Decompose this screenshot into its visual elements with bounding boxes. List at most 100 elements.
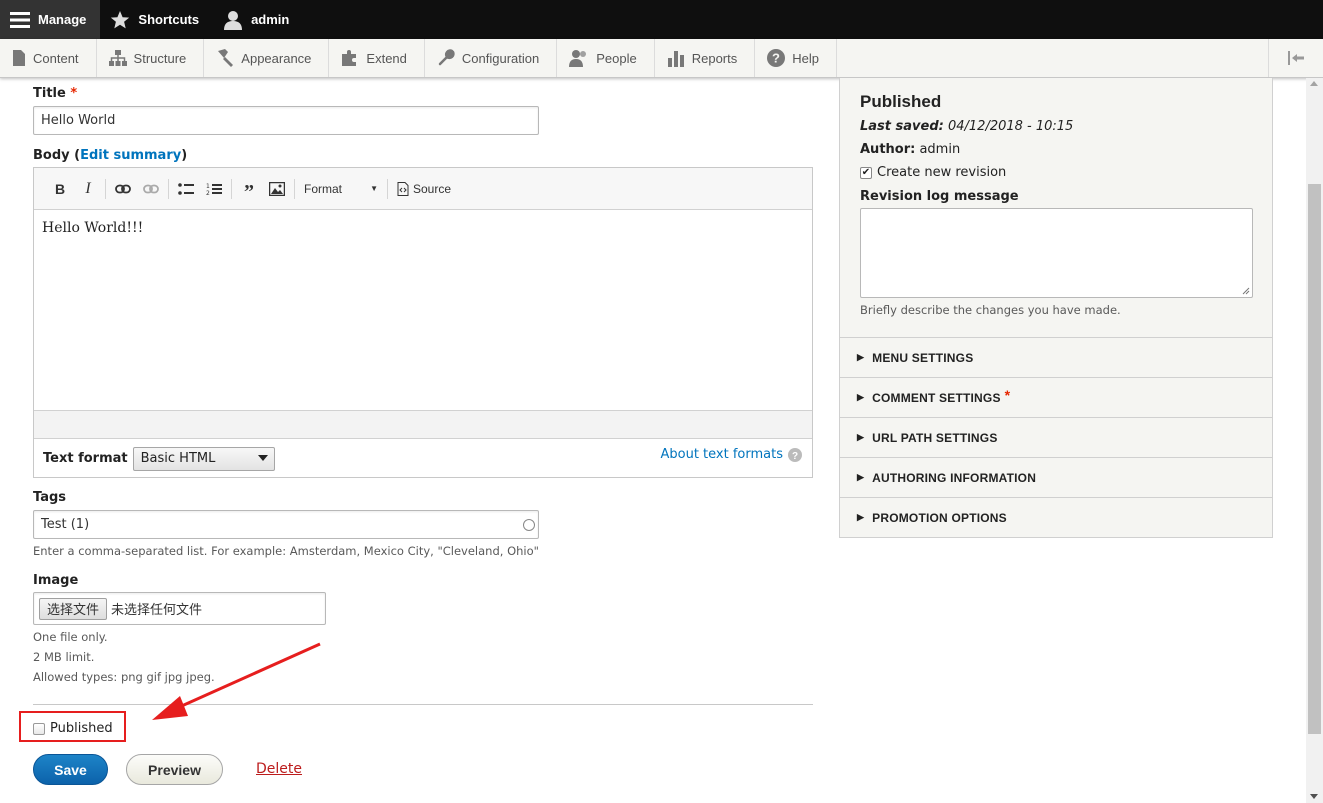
- details-promotion-options[interactable]: ▶ PROMOTION OPTIONS: [840, 497, 1272, 537]
- node-sidebar: Published Last saved: 04/12/2018 - 10:15…: [839, 78, 1273, 538]
- shortcuts-tab[interactable]: Shortcuts: [100, 0, 213, 39]
- required-marker: *: [70, 86, 78, 101]
- tray-item-configuration[interactable]: Configuration: [425, 39, 558, 77]
- details-url-path-settings[interactable]: ▶ URL PATH SETTINGS: [840, 417, 1272, 457]
- bulleted-list-button[interactable]: [172, 177, 200, 201]
- tray-item-structure[interactable]: Structure: [97, 39, 205, 77]
- svg-text:?: ?: [772, 51, 780, 66]
- revision-log-label: Revision log message: [860, 189, 1019, 204]
- body-text: Hello World!!!: [42, 220, 144, 236]
- revision-log-textarea[interactable]: [860, 208, 1253, 298]
- tags-description: Enter a comma-separated list. For exampl…: [33, 544, 539, 558]
- required-marker: *: [1004, 386, 1011, 403]
- tray-collapse-button[interactable]: [1268, 39, 1323, 77]
- about-text-formats: About text formats ?: [660, 447, 802, 462]
- toolbar-separator: [105, 178, 106, 199]
- details-menu-settings[interactable]: ▶ MENU SETTINGS: [840, 337, 1272, 377]
- svg-text:2: 2: [206, 190, 210, 196]
- tray-item-extend[interactable]: Extend: [329, 39, 425, 77]
- tray-item-help[interactable]: ? Help: [755, 39, 837, 77]
- hamburger-icon: [10, 11, 30, 28]
- details-authoring-information[interactable]: ▶ AUTHORING INFORMATION: [840, 457, 1272, 497]
- editor-content[interactable]: Hello World!!!: [34, 210, 812, 410]
- unlink-button[interactable]: [137, 177, 165, 201]
- image-button[interactable]: [263, 177, 291, 201]
- paintbrush-icon: [218, 49, 234, 67]
- link-button[interactable]: [109, 177, 137, 201]
- save-button[interactable]: Save: [33, 754, 108, 785]
- bold-button[interactable]: B: [46, 177, 74, 201]
- numbered-list-button[interactable]: 12: [200, 177, 228, 201]
- text-format-select[interactable]: Basic HTML: [132, 446, 275, 471]
- expand-triangle-icon: ▶: [857, 352, 865, 362]
- details-comment-settings[interactable]: ▶ COMMENT SETTINGS *: [840, 377, 1272, 417]
- admin-toolbar: Manage Shortcuts admin: [0, 0, 1323, 39]
- choose-file-button[interactable]: 选择文件: [39, 597, 108, 620]
- source-label: Source: [413, 181, 452, 196]
- format-label: Format: [304, 181, 343, 196]
- create-revision-label: Create new revision: [877, 165, 1007, 180]
- help-icon[interactable]: ?: [788, 447, 802, 462]
- details-label: PROMOTION OPTIONS: [872, 510, 1007, 525]
- preview-button[interactable]: Preview: [126, 754, 223, 785]
- revision-log-description: Briefly describe the changes you have ma…: [860, 303, 1121, 317]
- image-description-2: 2 MB limit.: [33, 650, 95, 664]
- edit-summary-link[interactable]: Edit summary: [80, 148, 181, 163]
- text-format-row: Text format Basic HTML About text format…: [34, 439, 812, 478]
- toolbar-separator: [231, 178, 232, 199]
- tags-input[interactable]: Test (1): [33, 510, 539, 539]
- italic-button[interactable]: I: [74, 177, 102, 201]
- create-revision-row: ✔ Create new revision: [860, 165, 1006, 180]
- author-label: Author:: [860, 142, 916, 157]
- tray-item-people[interactable]: People: [557, 39, 655, 77]
- details-label: URL PATH SETTINGS: [872, 430, 998, 445]
- tray-item-label: Content: [33, 50, 79, 66]
- expand-triangle-icon: ▶: [857, 432, 865, 442]
- tags-value: Test (1): [41, 517, 90, 532]
- numbered-list-icon: 12: [206, 183, 222, 196]
- tray-item-label: Appearance: [241, 50, 312, 66]
- dropdown-arrow-icon: [257, 454, 268, 461]
- create-revision-checkbox[interactable]: ✔: [860, 166, 872, 179]
- delete-link[interactable]: Delete: [256, 761, 302, 777]
- scroll-up-arrow-icon[interactable]: [1310, 81, 1318, 86]
- about-text-formats-link[interactable]: About text formats: [660, 447, 783, 462]
- source-button[interactable]: Source: [391, 181, 457, 196]
- tray-item-appearance[interactable]: Appearance: [204, 39, 330, 77]
- tray-item-label: Extend: [366, 50, 407, 66]
- tray-item-content[interactable]: Content: [0, 39, 97, 77]
- tray-item-label: People: [596, 50, 637, 66]
- user-tab[interactable]: admin: [213, 0, 303, 39]
- tray-item-reports[interactable]: Reports: [655, 39, 756, 77]
- resize-handle-icon[interactable]: [1242, 287, 1250, 295]
- wrench-icon: [438, 49, 455, 66]
- file-status: 未选择任何文件: [111, 603, 203, 618]
- people-icon: [569, 50, 587, 67]
- scroll-down-arrow-icon[interactable]: [1310, 794, 1318, 799]
- image-label: Image: [33, 573, 79, 588]
- scrollbar-thumb[interactable]: [1308, 184, 1321, 734]
- manage-tab[interactable]: Manage: [0, 0, 101, 39]
- tray-item-label: Configuration: [461, 50, 540, 66]
- structure-icon: [108, 50, 127, 66]
- star-icon: [111, 10, 130, 28]
- help-icon: ?: [767, 49, 786, 67]
- title-label: Title *: [33, 86, 78, 101]
- last-saved-value: 04/12/2018 - 10:15: [947, 119, 1074, 134]
- image-icon: [269, 181, 285, 196]
- format-dropdown[interactable]: Format ▼: [298, 177, 384, 201]
- author-info: Author: admin: [860, 142, 960, 157]
- expand-triangle-icon: ▶: [857, 392, 865, 402]
- last-saved-label: Last saved:: [860, 119, 944, 134]
- expand-triangle-icon: ▶: [857, 512, 865, 522]
- image-file-input: 选择文件 未选择任何文件: [33, 592, 326, 625]
- link-icon: [115, 184, 131, 193]
- collapse-icon: [1288, 51, 1304, 65]
- title-input[interactable]: Hello World: [33, 106, 539, 135]
- tray-item-label: Reports: [691, 50, 738, 66]
- blockquote-button[interactable]: ”: [235, 177, 263, 203]
- tray-item-label: Help: [792, 50, 819, 66]
- toolbar-separator: [168, 178, 169, 199]
- bulleted-list-icon: [178, 182, 194, 195]
- image-description-1: One file only.: [33, 630, 108, 644]
